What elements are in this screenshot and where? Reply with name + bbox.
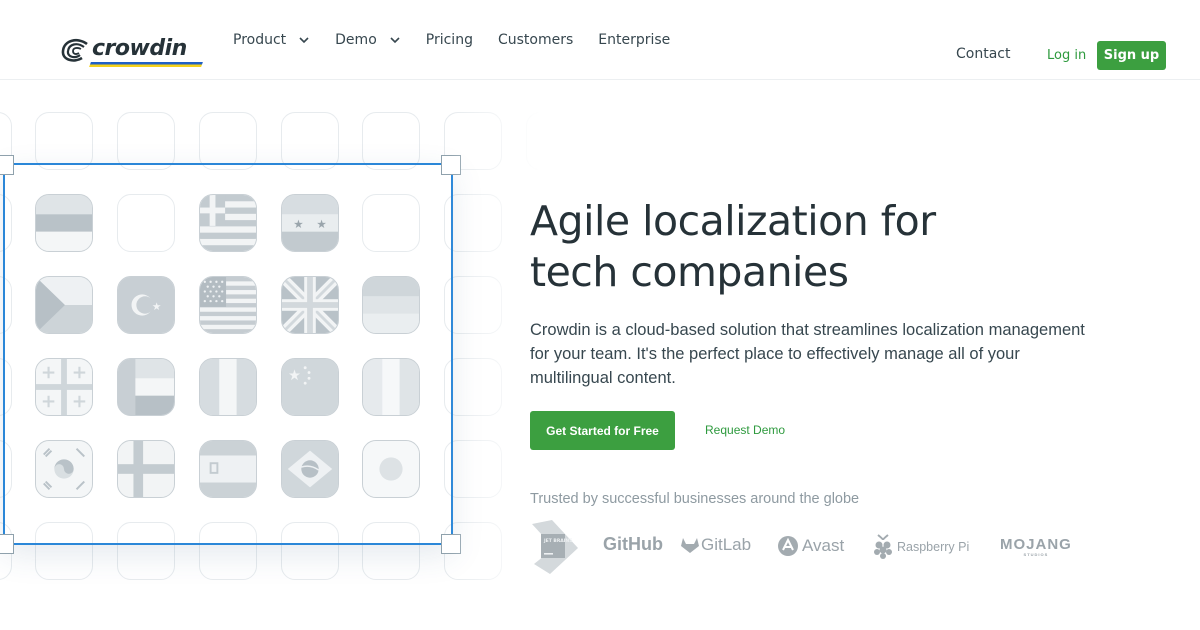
fade-overlay xyxy=(0,81,540,111)
customer-logos: JET BRAINS GitHub GitLab Avast Raspberry… xyxy=(530,520,1090,574)
signup-button[interactable]: Sign up xyxy=(1097,41,1166,70)
fade-overlay xyxy=(0,590,540,630)
site-header: crowdin Product Demo Pricing Customers E… xyxy=(0,0,1200,80)
main-nav: Product Demo Pricing Customers Enterpris… xyxy=(233,0,695,80)
mojang-subtitle: STUDIOS xyxy=(1023,552,1049,557)
gitlab-wordmark: GitLab xyxy=(701,535,752,554)
hero-title-line2: tech companies xyxy=(530,248,849,296)
logo-wordmark: crowdin xyxy=(92,35,187,61)
raspberry-pi-logo: Raspberry Pi xyxy=(872,533,969,561)
avast-wordmark: Avast xyxy=(802,536,845,555)
blank-tile xyxy=(526,112,540,170)
raspberry-pi-wordmark: Raspberry Pi xyxy=(897,540,970,554)
github-logo: GitHub xyxy=(603,534,663,554)
contact-link[interactable]: Contact xyxy=(956,46,1010,62)
login-link[interactable]: Log in xyxy=(1047,48,1086,63)
selection-frame xyxy=(3,163,453,545)
crowdin-swirl-icon xyxy=(61,38,88,62)
nav-customers[interactable]: Customers xyxy=(498,32,573,48)
nav-product[interactable]: Product xyxy=(233,32,310,48)
request-demo-link[interactable]: Request Demo xyxy=(705,423,785,437)
nav-demo[interactable]: Demo xyxy=(335,32,401,48)
nav-customers-label: Customers xyxy=(497,32,574,48)
avast-icon xyxy=(778,536,798,556)
blank-tile xyxy=(362,112,420,170)
jetbrains-logo: JET BRAINS xyxy=(530,520,580,574)
svg-text:JET BRAINS: JET BRAINS xyxy=(543,538,572,544)
logo-flag-stripe xyxy=(89,62,203,67)
blank-tile xyxy=(281,112,339,170)
blank-tile xyxy=(117,112,175,170)
gitlab-logo: GitLab xyxy=(681,535,751,555)
avast-logo: Avast xyxy=(777,535,844,557)
resize-handle-bottom-right xyxy=(441,534,461,554)
nav-pricing-label: Pricing xyxy=(425,32,473,48)
nav-demo-label: Demo xyxy=(335,32,377,48)
mojang-wordmark: MOJANG xyxy=(1000,536,1072,553)
flags-illustration: ★ ★ ★ ★ xyxy=(0,81,540,630)
hero-title-line1: Agile localization for xyxy=(530,197,936,245)
resize-handle-bottom-left xyxy=(0,534,14,554)
blank-tile xyxy=(199,112,257,170)
hero-description: Crowdin is a cloud-based solution that s… xyxy=(530,321,1085,387)
hero-title: Agile localization for tech companies xyxy=(530,196,1090,298)
mojang-logo: MOJANG STUDIOS xyxy=(1000,537,1072,557)
gitlab-fox-icon xyxy=(681,538,699,553)
nav-pricing[interactable]: Pricing xyxy=(426,32,473,48)
trusted-by-text: Trusted by successful businesses around … xyxy=(530,491,860,507)
get-started-button[interactable]: Get Started for Free xyxy=(530,411,675,450)
resize-handle-top-left xyxy=(0,155,14,175)
resize-handle-top-right xyxy=(441,155,461,175)
raspberry-icon xyxy=(874,534,892,559)
nav-enterprise-label: Enterprise xyxy=(598,32,671,48)
chevron-down-icon xyxy=(299,37,309,44)
chevron-down-icon xyxy=(390,37,400,44)
crowdin-logo[interactable]: crowdin xyxy=(60,35,203,67)
blank-tile xyxy=(35,112,93,170)
nav-enterprise[interactable]: Enterprise xyxy=(598,32,670,48)
nav-product-label: Product xyxy=(233,32,287,48)
